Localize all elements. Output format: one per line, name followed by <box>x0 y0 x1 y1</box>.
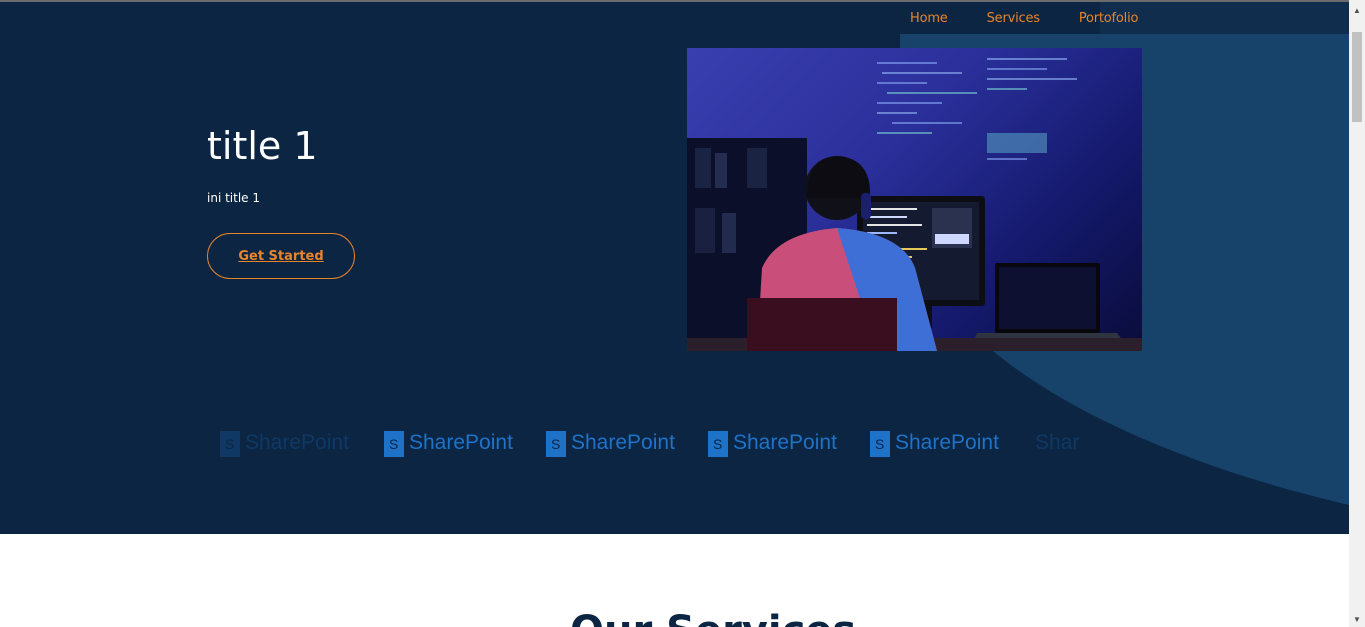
sharepoint-icon: S <box>870 431 890 457</box>
svg-text:S: S <box>225 436 234 452</box>
sharepoint-logo: S SharePoint <box>1032 422 1080 464</box>
get-started-button[interactable]: Get Started <box>207 233 355 279</box>
logo-label: SharePoint <box>895 431 999 454</box>
sharepoint-icon: S <box>384 431 404 457</box>
logo-label: SharePoint <box>1035 431 1080 454</box>
sharepoint-icon: S <box>708 431 728 457</box>
scroll-up-arrow-icon[interactable]: ▲ <box>1349 2 1365 18</box>
hero-section: Home Services Portofolio title 1 ini tit… <box>0 2 1349 534</box>
logo-label: SharePoint <box>571 431 675 454</box>
nav-item-home[interactable]: Home <box>910 11 948 26</box>
svg-text:S: S <box>713 436 722 452</box>
svg-text:S: S <box>389 436 398 452</box>
hero-image <box>687 48 1142 351</box>
hero-title: title 1 <box>207 124 318 168</box>
client-logos-carousel: S SharePoint S SharePoint S SharePoint S… <box>220 422 1080 472</box>
sharepoint-icon: S <box>220 431 240 457</box>
sharepoint-logo: S SharePoint <box>870 422 999 464</box>
services-heading: Our Services <box>570 608 856 627</box>
sharepoint-logo: S SharePoint <box>220 422 349 464</box>
logo-label: SharePoint <box>409 431 513 454</box>
sharepoint-logo: S SharePoint <box>546 422 675 464</box>
sharepoint-icon: S <box>546 431 566 457</box>
sharepoint-logo: S SharePoint <box>708 422 837 464</box>
svg-text:S: S <box>551 436 560 452</box>
developer-at-computer-illustration <box>687 58 1142 351</box>
main-nav: Home Services Portofolio <box>910 11 1177 26</box>
page-scrollbar[interactable]: ▲ ▼ <box>1349 0 1365 627</box>
logo-label: SharePoint <box>733 431 837 454</box>
svg-text:S: S <box>875 436 884 452</box>
logo-label: SharePoint <box>245 431 349 454</box>
sharepoint-logo: S SharePoint <box>384 422 513 464</box>
scroll-down-arrow-icon[interactable]: ▼ <box>1349 611 1365 627</box>
nav-item-services[interactable]: Services <box>987 11 1040 26</box>
scrollbar-thumb[interactable] <box>1352 32 1362 122</box>
nav-item-portofolio[interactable]: Portofolio <box>1079 11 1139 26</box>
hero-subtitle: ini title 1 <box>207 191 260 205</box>
